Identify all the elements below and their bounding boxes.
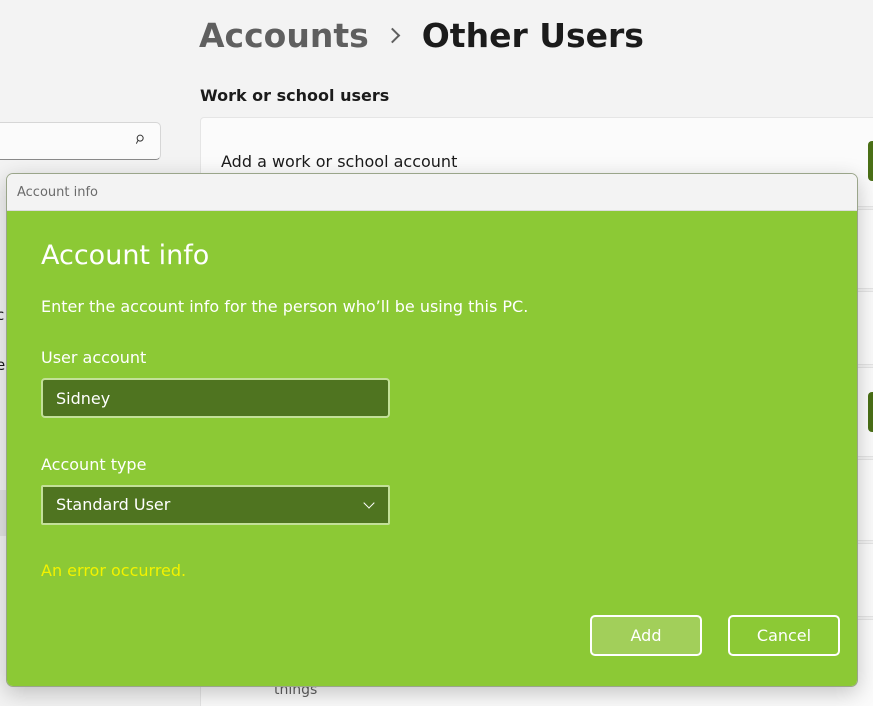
- user-account-label: User account: [41, 348, 147, 367]
- error-message: An error occurred.: [41, 561, 187, 580]
- breadcrumb: Accounts Other Users: [199, 16, 644, 55]
- sidebar-nav-fragment[interactable]: e: [0, 356, 5, 374]
- user-account-input[interactable]: [41, 378, 390, 418]
- page-title: Other Users: [421, 16, 644, 55]
- chevron-down-icon: [363, 497, 375, 509]
- dialog-heading: Account info: [41, 240, 210, 271]
- add-account-button[interactable]: [868, 141, 873, 181]
- add-account-button[interactable]: [868, 392, 873, 432]
- dialog-description: Enter the account info for the person wh…: [41, 297, 529, 316]
- dialog-body: Account info Enter the account info for …: [7, 211, 857, 686]
- section-heading-work-school: Work or school users: [200, 86, 390, 105]
- cancel-button[interactable]: Cancel: [728, 615, 840, 656]
- account-info-dialog: Account info Account info Enter the acco…: [6, 173, 858, 687]
- account-type-selected-value: Standard User: [56, 495, 171, 514]
- dialog-titlebar[interactable]: Account info: [7, 174, 857, 211]
- search-icon: [136, 134, 144, 144]
- add-button[interactable]: Add: [590, 615, 702, 656]
- settings-search-input[interactable]: [0, 122, 161, 160]
- breadcrumb-accounts-link[interactable]: Accounts: [199, 16, 369, 55]
- sidebar-nav-fragment[interactable]: c: [0, 306, 4, 324]
- account-type-label: Account type: [41, 455, 147, 474]
- account-type-dropdown[interactable]: Standard User: [41, 485, 390, 525]
- add-work-account-label: Add a work or school account: [221, 152, 458, 171]
- dialog-window-title: Account info: [17, 185, 99, 200]
- chevron-right-icon: [384, 27, 401, 44]
